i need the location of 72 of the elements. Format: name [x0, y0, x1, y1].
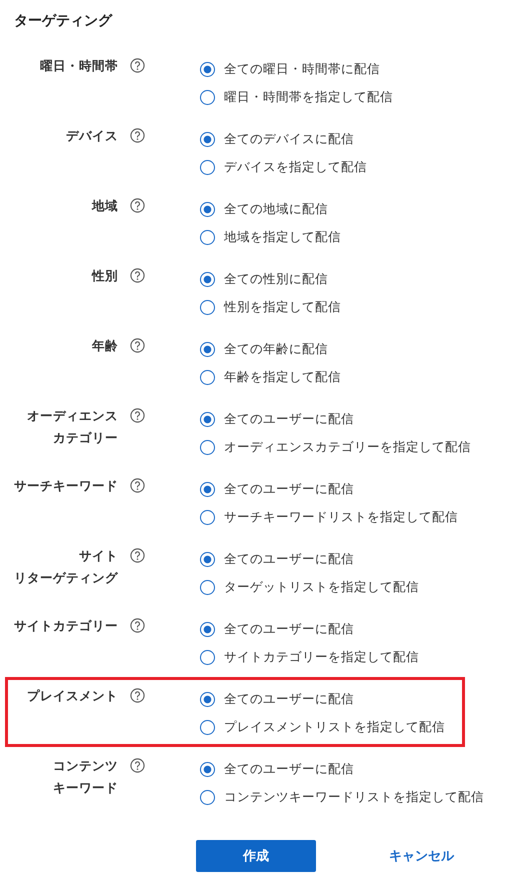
option-label[interactable]: プレイスメントリストを指定して配信 [224, 718, 445, 736]
help-icon[interactable] [130, 618, 145, 633]
section-title: ターゲティング [14, 12, 112, 30]
option-label[interactable]: 全ての年齢に配信 [224, 340, 328, 358]
radio-button[interactable] [200, 790, 215, 804]
option-label[interactable]: 全てのユーザーに配信 [224, 690, 354, 708]
help-icon[interactable] [130, 198, 145, 213]
setting-label: プレイスメント [27, 687, 118, 705]
setting-label: サーチキーワード [14, 477, 118, 495]
option-label[interactable]: コンテンツキーワードリストを指定して配信 [224, 788, 484, 806]
help-icon[interactable] [130, 338, 145, 353]
help-icon[interactable] [130, 408, 145, 423]
option-label[interactable]: 全てのユーザーに配信 [224, 620, 354, 638]
setting-label: サイトカテゴリー [14, 617, 118, 635]
radio-button[interactable] [200, 412, 215, 426]
setting-label: デバイス [66, 127, 118, 145]
radio-button[interactable] [200, 720, 215, 734]
radio-button[interactable] [200, 90, 215, 104]
help-icon[interactable] [130, 478, 145, 493]
radio-button[interactable] [200, 230, 215, 244]
option-label[interactable]: 全てのユーザーに配信 [224, 480, 354, 498]
help-icon[interactable] [130, 128, 145, 143]
option-label[interactable]: 全てのユーザーに配信 [224, 550, 354, 568]
radio-button[interactable] [200, 160, 215, 174]
create-button[interactable]: 作成 [196, 840, 316, 872]
radio-button[interactable] [200, 692, 215, 706]
setting-label: サイト [79, 547, 118, 565]
setting-label: リターゲティング [14, 569, 118, 587]
option-label[interactable]: 全てのユーザーに配信 [224, 410, 354, 428]
help-icon[interactable] [130, 758, 145, 773]
option-label[interactable]: デバイスを指定して配信 [224, 158, 367, 176]
help-icon[interactable] [130, 548, 145, 563]
help-icon[interactable] [130, 688, 145, 703]
setting-label: 曜日・時間帯 [40, 57, 118, 75]
radio-button[interactable] [200, 482, 215, 496]
option-label[interactable]: オーディエンスカテゴリーを指定して配信 [224, 438, 471, 456]
setting-label: キーワード [53, 779, 118, 797]
option-label[interactable]: 性別を指定して配信 [224, 298, 341, 316]
option-label[interactable]: サイトカテゴリーを指定して配信 [224, 648, 419, 666]
help-icon[interactable] [130, 268, 145, 283]
radio-button[interactable] [200, 440, 215, 454]
option-label[interactable]: ターゲットリストを指定して配信 [224, 578, 419, 596]
setting-label: オーディエンス [27, 407, 118, 425]
option-label[interactable]: サーチキーワードリストを指定して配信 [224, 508, 458, 526]
option-label[interactable]: 全ての曜日・時間帯に配信 [224, 60, 380, 78]
radio-button[interactable] [200, 300, 215, 314]
option-label[interactable]: 全てのユーザーに配信 [224, 760, 354, 778]
radio-button[interactable] [200, 510, 215, 524]
option-label[interactable]: 全てのデバイスに配信 [224, 130, 354, 148]
setting-label: カテゴリー [53, 429, 118, 447]
option-label[interactable]: 全ての地域に配信 [224, 200, 328, 218]
radio-button[interactable] [200, 62, 215, 76]
radio-button[interactable] [200, 650, 215, 664]
option-label[interactable]: 地域を指定して配信 [224, 228, 341, 246]
radio-button[interactable] [200, 370, 215, 384]
radio-button[interactable] [200, 552, 215, 566]
radio-button[interactable] [200, 342, 215, 356]
help-icon[interactable] [130, 58, 145, 73]
setting-label: 年齢 [92, 337, 118, 355]
option-label[interactable]: 年齢を指定して配信 [224, 368, 341, 386]
radio-button[interactable] [200, 132, 215, 146]
setting-label: 性別 [92, 267, 118, 285]
radio-button[interactable] [200, 272, 215, 286]
radio-button[interactable] [200, 202, 215, 216]
option-label[interactable]: 曜日・時間帯を指定して配信 [224, 88, 393, 106]
cancel-link[interactable]: キャンセル [387, 843, 456, 869]
radio-button[interactable] [200, 580, 215, 594]
setting-label: 地域 [92, 197, 118, 215]
radio-button[interactable] [200, 622, 215, 636]
setting-label: コンテンツ [53, 757, 118, 775]
radio-button[interactable] [200, 762, 215, 776]
option-label[interactable]: 全ての性別に配信 [224, 270, 328, 288]
